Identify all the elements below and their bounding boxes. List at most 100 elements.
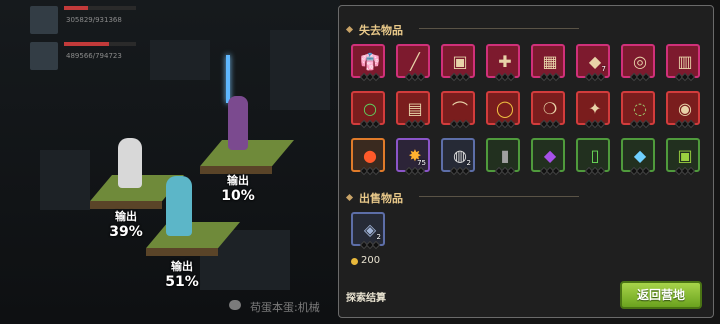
rank-dots: [584, 72, 606, 82]
item-slot[interactable]: ▦: [531, 44, 565, 82]
vest-icon: ▥: [677, 51, 693, 71]
fire-orb-icon: ●: [363, 145, 377, 165]
item-slot[interactable]: ✚: [486, 44, 520, 82]
amethyst-icon: ◆: [543, 145, 557, 165]
gold-value: 200: [361, 255, 381, 266]
item-slot[interactable]: ▣: [441, 44, 475, 82]
rune-stone-icon: ◈: [363, 219, 377, 239]
item-slot[interactable]: ✸ 75: [396, 138, 430, 176]
item-slot[interactable]: ◌: [621, 91, 655, 129]
hp-bar-fill: [64, 42, 109, 46]
item-slot[interactable]: ╱: [396, 44, 430, 82]
chat-bubble-icon: [229, 300, 241, 310]
hp-value: 489566/794723: [66, 52, 122, 60]
item-slot[interactable]: ❍: [531, 91, 565, 129]
coat-icon: ▤: [407, 98, 423, 118]
item-slot[interactable]: ◎: [621, 44, 655, 82]
gold-coin-icon: [351, 258, 358, 265]
bow-icon: ⌒: [451, 100, 468, 119]
item-slot[interactable]: ●: [351, 138, 385, 176]
item-slot[interactable]: ▣: [666, 138, 700, 176]
battle-scene: 305829/931368 489566/794723 输出 10% 输出 39…: [0, 0, 340, 324]
hero-mage[interactable]: [228, 96, 248, 150]
spark-orb-icon: ✸: [408, 145, 422, 165]
rank-dots: [404, 72, 426, 82]
rank-dots: [539, 166, 561, 176]
party-member[interactable]: 305829/931368: [30, 2, 140, 38]
rank-dots: [404, 166, 426, 176]
item-count: 2: [376, 233, 381, 241]
diamond-icon: [345, 193, 354, 202]
item-slot[interactable]: ✦: [576, 91, 610, 129]
staff-icon: ╱: [410, 51, 420, 71]
item-slot[interactable]: ▤: [396, 91, 430, 129]
necklace-icon: ◎: [633, 51, 647, 71]
rank-dots: [674, 166, 696, 176]
rank-dots: [674, 119, 696, 129]
item-slot[interactable]: ◉: [666, 91, 700, 129]
silver-orb-icon: ◍: [453, 145, 467, 165]
rank-dots: [539, 72, 561, 82]
damage-stat: 输出 51%: [165, 260, 199, 290]
item-slot[interactable]: ◯: [486, 91, 520, 129]
sword-glow: [226, 55, 230, 103]
expedition-result-panel: 失去物品 出售物品 200 探索结算 返回营地 👘 ╱ ▣ ✚ ▦ ◆ 7 ◎ ▥ ○ ▤ ⌒ ◯ ❍ ✦ ◌…: [338, 5, 714, 318]
hp-bar-fill: [64, 6, 88, 10]
item-slot[interactable]: ◈ 2: [351, 212, 385, 250]
jar-icon: ▣: [677, 145, 693, 165]
item-slot[interactable]: ○: [351, 91, 385, 129]
item-slot[interactable]: ◆ 7: [576, 44, 610, 82]
item-slot[interactable]: ◍ 2: [441, 138, 475, 176]
rank-dots: [494, 119, 516, 129]
scroll-icon: ▮: [500, 145, 510, 165]
rank-dots: [629, 119, 651, 129]
party-member[interactable]: 489566/794723: [30, 38, 140, 74]
item-slot[interactable]: ▮: [486, 138, 520, 176]
item-count: 2: [466, 159, 471, 167]
rank-dots: [629, 166, 651, 176]
damage-stat: 输出 39%: [109, 210, 143, 240]
rank-dots: [449, 72, 471, 82]
item-count: 7: [601, 65, 606, 73]
rank-dots: [494, 72, 516, 82]
item-slot[interactable]: ▥: [666, 44, 700, 82]
item-slot[interactable]: ◆: [531, 138, 565, 176]
plate-armor-icon: ▦: [542, 51, 558, 71]
rank-dots: [404, 119, 426, 129]
hero-archer[interactable]: [118, 138, 142, 188]
party-list: 305829/931368 489566/794723: [30, 2, 140, 74]
hp-value: 305829/931368: [66, 16, 122, 24]
sold-items-title: 出售物品: [359, 192, 403, 205]
rank-dots: [359, 166, 381, 176]
robe-icon: 👘: [360, 51, 380, 71]
hero-warrior[interactable]: [166, 176, 192, 236]
rank-dots: [674, 72, 696, 82]
return-camp-button[interactable]: 返回营地: [620, 281, 702, 309]
item-slot[interactable]: ◆: [621, 138, 655, 176]
crystal-icon: ◆: [633, 145, 647, 165]
avatar: [30, 42, 58, 70]
ring-icon: ○: [363, 98, 377, 118]
item-slot[interactable]: ⌒: [441, 91, 475, 129]
rank-dots: [359, 72, 381, 82]
ruby-necklace-icon: ❍: [542, 98, 558, 118]
item-slot[interactable]: 👘: [351, 44, 385, 82]
pendant-icon: ◉: [678, 98, 692, 118]
chat-message[interactable]: 苟蛋本蛋:机械: [250, 299, 320, 315]
rank-dots: [629, 72, 651, 82]
item-slot[interactable]: ▯: [576, 138, 610, 176]
rank-dots: [539, 119, 561, 129]
diamond-icon: [345, 25, 354, 34]
damage-stat: 输出 10%: [221, 174, 255, 204]
rank-dots: [449, 119, 471, 129]
divider: [419, 28, 579, 29]
wand-icon: ✦: [588, 98, 602, 118]
rank-dots: [359, 119, 381, 129]
lost-items-title: 失去物品: [359, 24, 403, 37]
rank-dots: [359, 240, 381, 250]
rank-dots: [449, 166, 471, 176]
gold-ring-icon: ◯: [496, 98, 514, 118]
avatar: [30, 6, 58, 34]
shard-icon: ◆: [588, 51, 602, 71]
armor-icon: ▣: [452, 51, 468, 71]
